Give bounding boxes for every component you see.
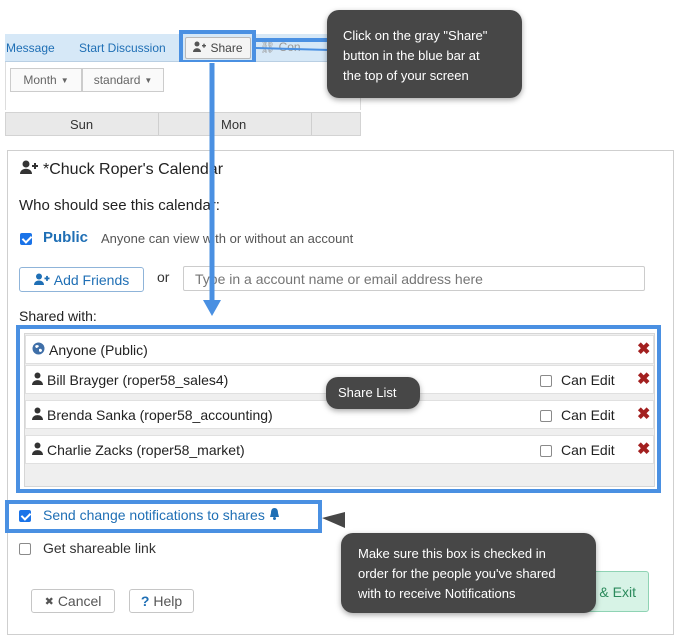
notify-tooltip-line: Make sure this box is checked in — [358, 546, 546, 561]
share-tooltip: Click on the gray "Share" button in the … — [327, 10, 522, 98]
share-tooltip-line: the top of your screen — [343, 68, 469, 83]
share-list-tooltip-text: Share List — [338, 385, 397, 400]
share-tooltip-line: Click on the gray "Share" — [343, 28, 488, 43]
share-tip-connector-2 — [255, 47, 331, 51]
notify-tooltip-line: order for the people you've shared — [358, 566, 556, 581]
share-list-tooltip: Share List — [326, 377, 420, 409]
notify-tooltip-line: with to receive Notifications — [358, 586, 516, 601]
share-tooltip-line: button in the blue bar at — [343, 48, 480, 63]
notify-tooltip: Make sure this box is checked in order f… — [341, 533, 596, 613]
share-arrow-head — [203, 300, 221, 316]
notify-tip-pointer — [322, 512, 345, 528]
